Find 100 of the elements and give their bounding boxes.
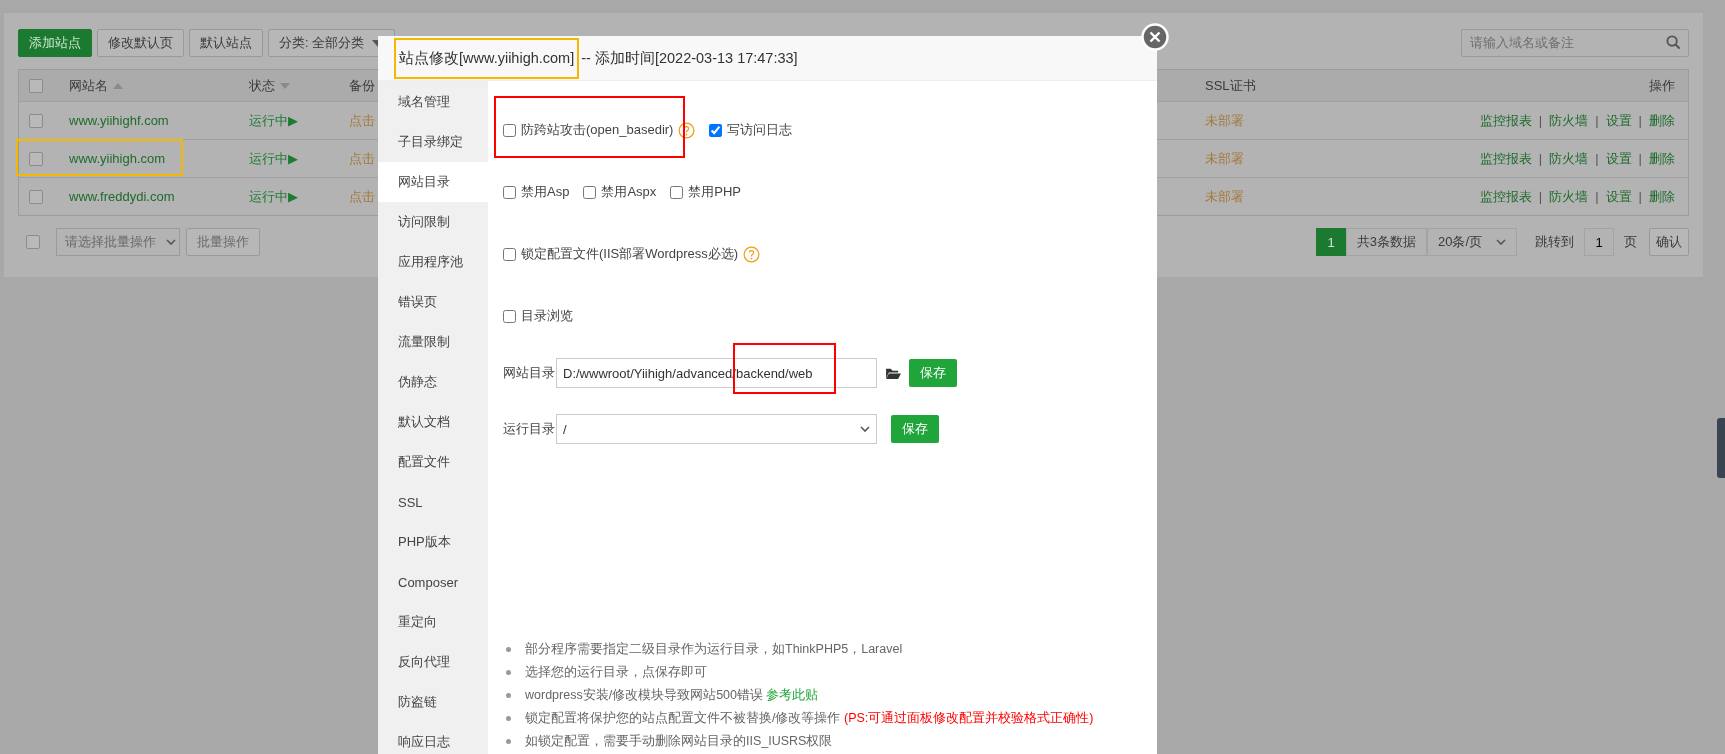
jump-label: 跳转到 xyxy=(1534,233,1575,251)
bullet-icon xyxy=(506,693,511,698)
chevron-down-icon xyxy=(860,426,870,432)
confirm-button[interactable]: 确认 xyxy=(1649,228,1689,256)
batch-button[interactable]: 批量操作 xyxy=(186,228,260,256)
checkbox[interactable] xyxy=(503,309,516,323)
option-label: 禁用PHP xyxy=(688,183,742,201)
option-label: 写访问日志 xyxy=(727,121,793,139)
action-link[interactable]: 防火墙 xyxy=(1549,149,1589,168)
sidebar-item[interactable]: 防盗链 xyxy=(378,682,488,722)
sidebar-item[interactable]: 子目录绑定 xyxy=(378,122,488,162)
action-link[interactable]: 删除 xyxy=(1649,111,1675,130)
column-header[interactable]: 备份 xyxy=(349,77,375,93)
checkbox[interactable] xyxy=(29,78,43,93)
toolbar-button[interactable]: 添加站点 xyxy=(18,29,92,57)
sidebar-item[interactable]: 伪静态 xyxy=(378,362,488,402)
sidebar-item[interactable]: 配置文件 xyxy=(378,442,488,482)
separator: | xyxy=(1595,189,1599,204)
action-link[interactable]: 防火墙 xyxy=(1549,111,1589,130)
note-text: 部分程序需要指定二级目录作为运行目录，如ThinkPHP5，Laravel xyxy=(525,641,903,658)
action-link[interactable]: 监控报表 xyxy=(1479,111,1532,130)
sidebar-item[interactable]: Composer xyxy=(378,562,488,602)
action-link[interactable]: 设置 xyxy=(1605,111,1632,130)
status-link[interactable]: 运行中▶ xyxy=(249,187,298,206)
checkbox[interactable] xyxy=(670,185,684,199)
option-label: 禁用Asp xyxy=(521,183,570,201)
action-link[interactable]: 防火墙 xyxy=(1549,187,1589,206)
column-header[interactable]: 状态 xyxy=(249,76,275,95)
separator: | xyxy=(1538,151,1543,166)
help-icon[interactable] xyxy=(678,121,696,139)
bullet-icon xyxy=(506,716,511,721)
toolbar-button[interactable]: 默认站点 xyxy=(189,29,263,57)
chevron-down-icon xyxy=(1496,239,1506,245)
search-icon[interactable] xyxy=(1666,35,1681,50)
note-text: 如锁定配置，需要手动删除网站目录的IIS_IUSRS权限 xyxy=(525,733,833,750)
save-button[interactable]: 保存 xyxy=(891,415,939,443)
note-text: 锁定配置将保护您的站点配置文件不被替换/修改等操作 (PS:可通过面板修改配置并校验格式正确性) xyxy=(525,710,1094,727)
action-link[interactable]: 删除 xyxy=(1649,149,1675,168)
action-link[interactable]: 监控报表 xyxy=(1479,149,1532,168)
column-header[interactable]: 操作 xyxy=(1649,76,1675,95)
page-button[interactable]: 1 xyxy=(1316,228,1346,256)
help-icon[interactable] xyxy=(743,245,761,263)
sidebar-item[interactable]: 反向代理 xyxy=(378,642,488,682)
page-input[interactable]: 1 xyxy=(1584,228,1614,256)
folder-icon[interactable] xyxy=(885,366,902,380)
sidebar-item[interactable]: SSL xyxy=(378,482,488,522)
checkbox[interactable] xyxy=(503,123,516,137)
checkbox[interactable] xyxy=(503,185,516,199)
option-label: 锁定配置文件(IIS部署Wordpress必选) xyxy=(521,245,739,263)
column-header[interactable]: 网站名 xyxy=(69,76,108,95)
action-link[interactable]: 监控报表 xyxy=(1479,187,1532,206)
sidebar-item[interactable]: 默认文档 xyxy=(378,402,488,442)
sidebar-item[interactable]: 网站目录 xyxy=(378,162,488,202)
save-button[interactable]: 保存 xyxy=(909,359,957,387)
sidebar-item[interactable]: 域名管理 xyxy=(378,82,488,122)
dialog-title: 站点修改[www.yiihigh.com] xyxy=(394,37,580,79)
column-header[interactable]: SSL证书 xyxy=(1205,77,1256,93)
separator: | xyxy=(1638,189,1642,204)
sidebar-item[interactable]: 访问限制 xyxy=(378,202,488,242)
category-dropdown[interactable]: 分类: 全部分类 xyxy=(268,29,395,57)
sidebar-item[interactable]: PHP版本 xyxy=(378,522,488,562)
bullet-icon xyxy=(506,739,511,744)
sidebar-item[interactable]: 响应日志 xyxy=(378,722,488,754)
sidebar-item[interactable]: 重定向 xyxy=(378,602,488,642)
option-label: 禁用Aspx xyxy=(601,183,657,201)
note-text: 选择您的运行目录，点保存即可 xyxy=(525,664,707,681)
checkbox[interactable] xyxy=(29,151,43,166)
batch-select[interactable]: 请选择批量操作 xyxy=(56,228,180,256)
action-link[interactable]: 设置 xyxy=(1605,149,1632,168)
checkbox[interactable] xyxy=(583,185,597,199)
separator: | xyxy=(1538,189,1543,204)
sidebar-item[interactable]: 流量限制 xyxy=(378,322,488,362)
note-text: wordpress安装/修改模块导致网站500错误 参考此贴 xyxy=(525,687,819,704)
sidebar-item[interactable]: 错误页 xyxy=(378,282,488,322)
site-name-link[interactable]: www.yiihighf.com xyxy=(69,113,169,128)
checkbox[interactable] xyxy=(29,189,43,204)
site-name-link[interactable]: www.freddydi.com xyxy=(69,189,175,204)
reference-link[interactable]: 参考此贴 xyxy=(766,688,819,702)
checkbox[interactable] xyxy=(503,247,516,261)
checkbox[interactable] xyxy=(29,113,43,128)
search-field[interactable]: 请输入域名或备注 xyxy=(1461,29,1689,57)
checkbox[interactable] xyxy=(709,123,723,137)
status-link[interactable]: 运行中▶ xyxy=(249,149,298,168)
site-name-link[interactable]: www.yiihigh.com xyxy=(69,151,166,166)
separator: | xyxy=(1538,113,1543,128)
action-link[interactable]: 删除 xyxy=(1649,187,1675,206)
status-link[interactable]: 运行中▶ xyxy=(249,111,298,130)
action-link[interactable]: 设置 xyxy=(1605,187,1632,206)
separator: | xyxy=(1595,151,1599,166)
page-unit: 页 xyxy=(1623,233,1638,251)
run-directory-select[interactable]: / xyxy=(556,414,877,444)
checkbox[interactable] xyxy=(26,235,40,249)
separator: | xyxy=(1638,113,1642,128)
total-count: 共3条数据 xyxy=(1345,228,1427,256)
toolbar-button[interactable]: 修改默认页 xyxy=(97,29,184,57)
sidebar-item[interactable]: 应用程序池 xyxy=(378,242,488,282)
field-label: 运行目录 xyxy=(503,420,556,438)
bullet-icon xyxy=(506,670,511,675)
separator: | xyxy=(1595,113,1599,128)
page-size-select[interactable]: 20条/页 xyxy=(1426,228,1517,256)
